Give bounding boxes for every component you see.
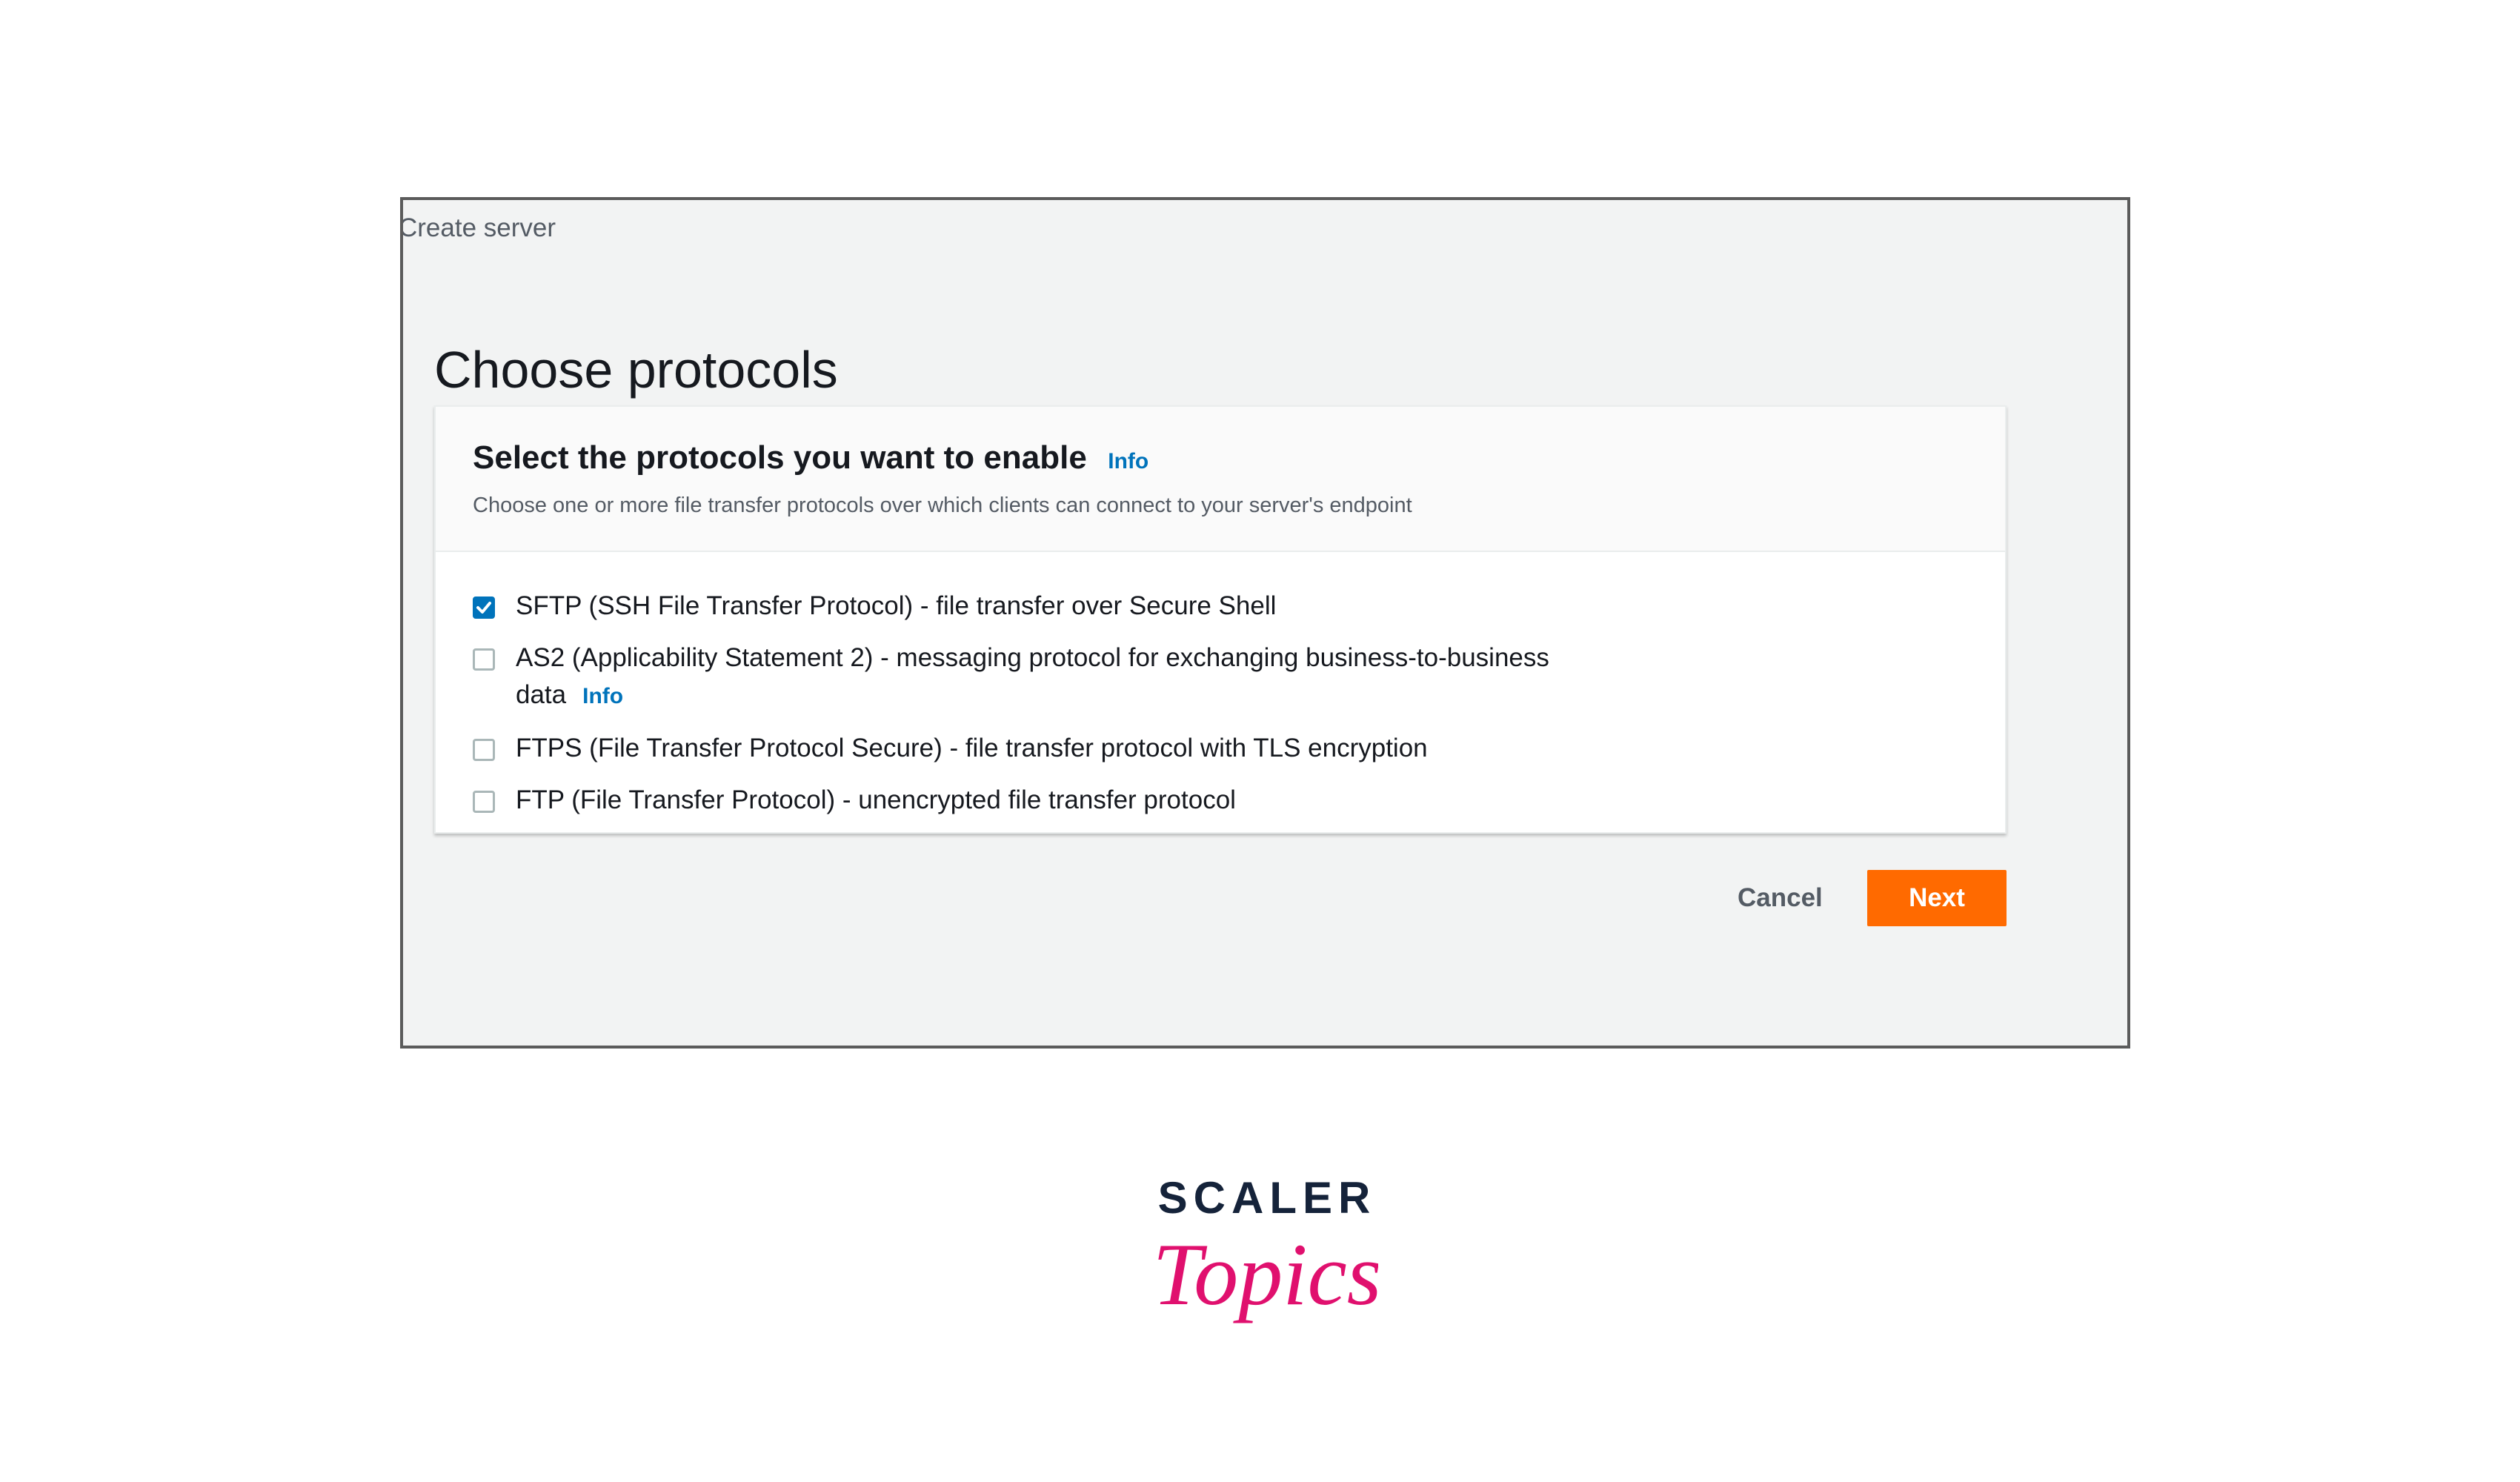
checkmark-icon — [476, 602, 491, 614]
sftp-label: SFTP (SSH File Transfer Protocol) - file… — [516, 588, 1612, 625]
ftp-checkbox[interactable] — [473, 791, 495, 813]
page-title: Choose protocols — [434, 340, 838, 399]
ftps-checkbox[interactable] — [473, 739, 495, 761]
form-actions: Cancel Next — [403, 870, 2127, 929]
cancel-button[interactable]: Cancel — [1721, 870, 1839, 926]
protocol-options: SFTP (SSH File Transfer Protocol) - file… — [473, 591, 1955, 840]
protocol-option-ftps[interactable]: FTPS (File Transfer Protocol Secure) - f… — [473, 734, 1955, 767]
ftp-label: FTP (File Transfer Protocol) - unencrypt… — [516, 782, 1612, 819]
next-button[interactable]: Next — [1867, 870, 2007, 926]
create-server-window: Create server Choose protocols Select th… — [400, 197, 2130, 1049]
sftp-label-text: SFTP (SSH File Transfer Protocol) - file… — [516, 591, 1277, 620]
panel-header: Select the protocols you want to enable … — [436, 407, 2005, 552]
breadcrumb[interactable]: Create server — [403, 213, 556, 243]
as2-label: AS2 (Applicability Statement 2) - messag… — [516, 639, 1612, 715]
protocol-option-sftp[interactable]: SFTP (SSH File Transfer Protocol) - file… — [473, 591, 1955, 625]
panel-title-row: Select the protocols you want to enable … — [473, 439, 1148, 476]
panel-title: Select the protocols you want to enable — [473, 439, 1087, 476]
ftps-label-text: FTPS (File Transfer Protocol Secure) - f… — [516, 734, 1428, 762]
logo-line1: SCALER — [1158, 1174, 1377, 1223]
ftps-label: FTPS (File Transfer Protocol Secure) - f… — [516, 730, 1612, 767]
as2-checkbox[interactable] — [473, 648, 495, 671]
protocol-option-ftp[interactable]: FTP (File Transfer Protocol) - unencrypt… — [473, 785, 1955, 819]
protocols-panel: Select the protocols you want to enable … — [434, 405, 2007, 834]
scaler-topics-logo: SCALER Topics — [1156, 1174, 1378, 1323]
as2-label-text: AS2 (Applicability Statement 2) - messag… — [516, 643, 1549, 709]
as2-info-link[interactable]: Info — [582, 684, 623, 708]
panel-info-link[interactable]: Info — [1108, 449, 1148, 473]
ftp-label-text: FTP (File Transfer Protocol) - unencrypt… — [516, 785, 1236, 814]
panel-description: Choose one or more file transfer protoco… — [473, 494, 1412, 517]
protocol-option-as2[interactable]: AS2 (Applicability Statement 2) - messag… — [473, 643, 1955, 715]
logo-line2: Topics — [1156, 1225, 1378, 1323]
sftp-checkbox[interactable] — [473, 597, 495, 619]
